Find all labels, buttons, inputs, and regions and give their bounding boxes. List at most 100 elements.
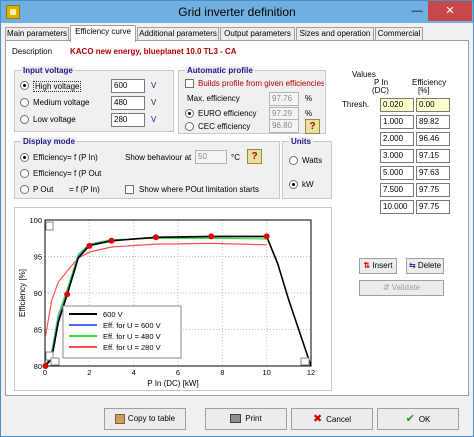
pin-value-input[interactable]: 2.000: [380, 132, 414, 146]
x-tick-label: 4: [132, 368, 136, 377]
tab-sizes-and-operation[interactable]: Sizes and operation: [296, 27, 374, 41]
cec-efficiency-radio[interactable]: [185, 122, 194, 131]
legend-label-eff-280v: Eff. for U = 280 V: [103, 343, 161, 352]
delete-button[interactable]: ⇆ Delete: [406, 258, 444, 274]
tab-commercial[interactable]: Commercial: [375, 27, 423, 41]
cancel-button[interactable]: ✖ Cancel: [291, 408, 373, 430]
low-voltage-unit: V: [151, 115, 157, 124]
y-tick-label: 100: [29, 216, 42, 225]
tab-output-parameters[interactable]: Output parameters: [220, 27, 295, 41]
copy-icon: [114, 413, 125, 424]
euro-efficiency-radio[interactable]: [185, 109, 194, 118]
x-tick-label: 8: [220, 368, 224, 377]
cec-efficiency-label: CEC efficiency: [198, 122, 251, 131]
low-voltage-radio[interactable]: [20, 115, 29, 124]
efficiency-chart: 0 2 4 6 8 10 12 80 85 90 95 100 P In (DC) [kW] Effi…: [14, 207, 332, 391]
validate-label: Validate: [391, 283, 421, 292]
data-point-marker[interactable]: [108, 237, 115, 244]
max-efficiency-label: Max. efficiency: [187, 94, 240, 103]
cancel-label: Cancel: [326, 415, 352, 424]
show-pout-limit-checkbox[interactable]: [125, 185, 134, 194]
efficiency-chart-svg: 0 2 4 6 8 10 12 80 85 90 95 100 P In (DC) [kW] Effi…: [18, 216, 315, 388]
pout-function-label: = f (P In): [69, 185, 100, 194]
data-point-marker[interactable]: [152, 234, 159, 241]
pin-value-input[interactable]: 10.000: [380, 200, 414, 214]
builds-profile-checkbox[interactable]: [185, 79, 194, 88]
thresh-label: Thresh.: [342, 100, 370, 109]
display-mode-title: Display mode: [21, 137, 78, 146]
low-voltage-input[interactable]: 280: [111, 113, 145, 127]
cec-efficiency-input[interactable]: 96.80: [269, 119, 299, 133]
x-scroll-right-button[interactable]: [300, 357, 310, 366]
x-tick-label: 6: [176, 368, 180, 377]
legend-label-eff-600v: Eff. for U = 600 V: [103, 321, 161, 330]
medium-voltage-radio[interactable]: [20, 98, 29, 107]
data-point-marker[interactable]: [64, 291, 71, 298]
efficiency-value-input[interactable]: 97.75: [416, 200, 450, 214]
delete-label: Delete: [417, 261, 442, 270]
x-tick-label: 0: [43, 368, 47, 377]
behaviour-help-button[interactable]: ?: [247, 149, 262, 164]
ok-button[interactable]: ✔ OK: [377, 408, 459, 430]
medium-voltage-input[interactable]: 480: [111, 96, 145, 110]
efficiency-value-input[interactable]: 89.82: [416, 115, 450, 129]
x-axis-label: P In (DC) [kW]: [147, 379, 198, 388]
max-efficiency-unit: %: [305, 94, 313, 103]
efficiency-panel: Description KACO new energy, blueplanet …: [5, 40, 469, 396]
copy-to-table-button[interactable]: Copy to table: [104, 408, 186, 430]
high-voltage-radio[interactable]: [20, 81, 29, 90]
max-efficiency-input[interactable]: 97.76: [269, 92, 299, 106]
high-voltage-unit: V: [151, 81, 157, 90]
tab-efficiency-curve[interactable]: Efficiency curve: [70, 25, 136, 42]
eff-pout-radio[interactable]: [20, 169, 29, 178]
data-point-marker[interactable]: [263, 233, 270, 240]
temperature-input[interactable]: 50: [195, 150, 227, 164]
insert-button[interactable]: ⇅ Insert: [359, 258, 397, 274]
efficiency-value-input[interactable]: 97.63: [416, 166, 450, 180]
insert-label: Insert: [372, 261, 393, 270]
delete-icon: ⇆: [408, 261, 416, 270]
legend-label-600v: 600 V: [103, 310, 123, 319]
values-area: Values P In (DC) Efficiency [%] Thresh. …: [342, 70, 454, 336]
euro-efficiency-label: EURO efficiency: [198, 109, 257, 118]
y-tick-label: 95: [34, 253, 42, 262]
ok-label: OK: [418, 415, 431, 424]
pin-value-input[interactable]: 3.000: [380, 149, 414, 163]
close-icon[interactable]: ✕: [428, 1, 472, 21]
eff-pout-label: Efficiency= f (P Out: [33, 169, 102, 178]
print-button[interactable]: Print: [205, 408, 287, 430]
units-group: Units Watts kW: [282, 137, 332, 199]
efficiency-value-input[interactable]: 96.46: [416, 132, 450, 146]
data-point-marker[interactable]: [86, 242, 93, 249]
y-scroll-up-button[interactable]: [45, 221, 54, 231]
pin-value-input[interactable]: 5.000: [380, 166, 414, 180]
grid-inverter-window: Grid inverter definition — ✕ Main parame…: [0, 0, 474, 437]
data-point-marker[interactable]: [208, 233, 215, 240]
eff-pin-radio[interactable]: [20, 153, 29, 162]
pin-value-input[interactable]: 7.500: [380, 183, 414, 197]
tab-additional-parameters[interactable]: Additional parameters: [137, 27, 219, 41]
efficiency-value-input[interactable]: 97.15: [416, 149, 450, 163]
y-tick-label: 80: [34, 362, 42, 371]
x-scroll-left-button[interactable]: [50, 357, 60, 366]
cancel-icon: ✖: [312, 413, 323, 425]
chart-legend: 600 V Eff. for U = 600 V Eff. for U = 48…: [62, 305, 182, 359]
efficiency-value-input[interactable]: 0.00: [416, 98, 450, 112]
printer-icon: [230, 414, 242, 424]
kw-label: kW: [302, 180, 314, 189]
minimize-icon[interactable]: —: [406, 1, 428, 21]
euro-efficiency-unit: %: [305, 109, 313, 118]
efficiency-help-button[interactable]: ?: [305, 119, 320, 134]
x-tick-label: 2: [87, 368, 91, 377]
values-title: Values: [352, 70, 376, 79]
validate-button[interactable]: ⇵ Validate: [359, 280, 444, 296]
kw-radio[interactable]: [289, 180, 298, 189]
watts-radio[interactable]: [289, 156, 298, 165]
pin-value-input[interactable]: 1.000: [380, 115, 414, 129]
pout-pin-radio[interactable]: [20, 185, 29, 194]
tab-main-parameters[interactable]: Main parameters: [5, 27, 69, 41]
pin-value-input[interactable]: 0.020: [380, 98, 414, 112]
high-voltage-input[interactable]: 600: [111, 79, 145, 93]
input-voltage-group: Input voltage High voltage 600 V Medium …: [14, 66, 174, 132]
efficiency-value-input[interactable]: 97.75: [416, 183, 450, 197]
